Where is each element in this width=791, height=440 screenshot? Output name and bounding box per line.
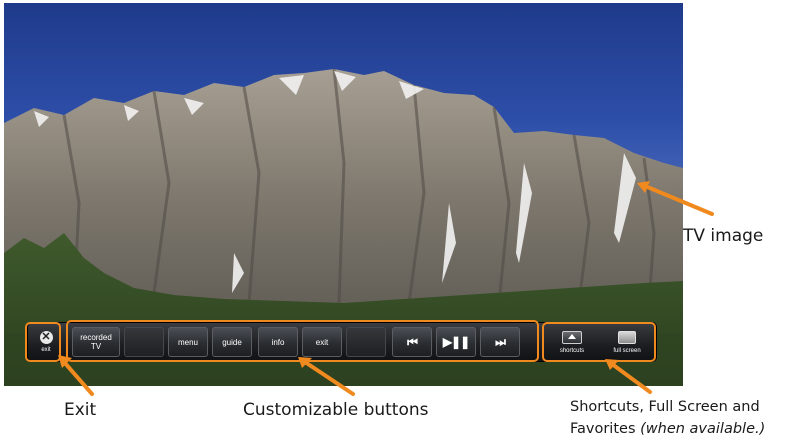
shortcuts-caption: Shortcuts, Full Screen and Favorites (wh… [570, 396, 765, 440]
exit-caption: Exit [64, 400, 97, 420]
tv-image-caption: TV image [683, 226, 764, 246]
customizable-highlight [66, 320, 539, 362]
shortcuts-caption-prefix: Favorites [570, 421, 641, 437]
shortcuts-caption-note: (when available.) [640, 421, 766, 437]
customizable-caption: Customizable buttons [243, 400, 429, 420]
shortcuts-caption-line2: Favorites (when available.) [570, 418, 765, 440]
shortcuts-caption-line1: Shortcuts, Full Screen and [570, 399, 760, 415]
shortcuts-highlight [542, 322, 656, 362]
exit-highlight [25, 322, 61, 362]
